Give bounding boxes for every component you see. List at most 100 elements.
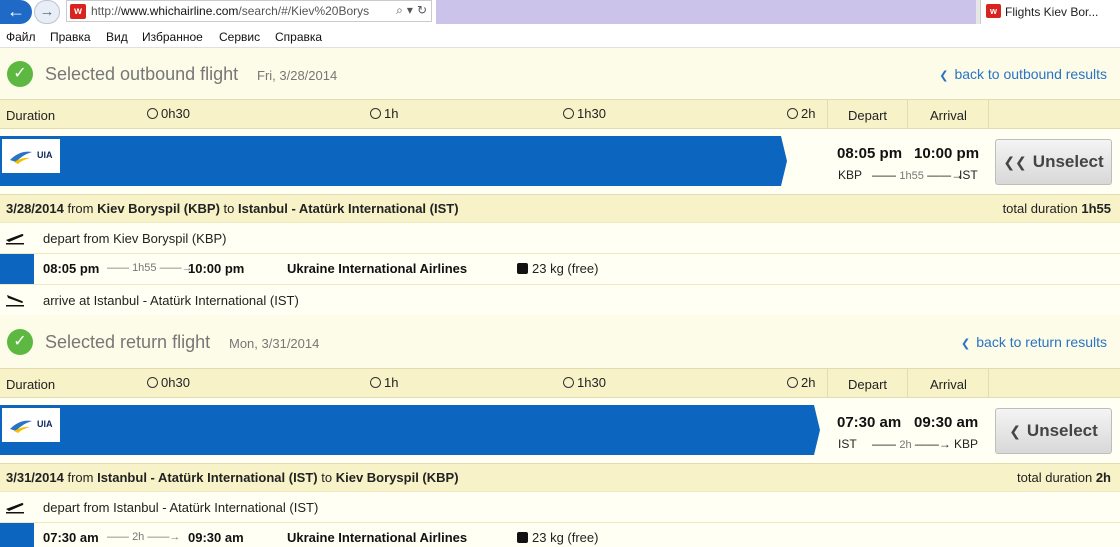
back-nav-button[interactable]: ← [0, 0, 32, 24]
duration-label: Duration [6, 377, 56, 392]
uia-bird-icon [10, 151, 32, 164]
outbound-segment-row: 08:05 pm —— 1h55 ——→ 10:00 pm Ukraine In… [0, 253, 1120, 284]
outbound-route-summary: 3/28/2014 from Kiev Boryspil (KBP) to Is… [6, 201, 459, 216]
uia-logo-text: UIA [37, 419, 53, 429]
menu-tools[interactable]: Сервис [219, 30, 260, 44]
return-to-code: KBP [954, 437, 979, 451]
tick-1h: 1h [370, 375, 398, 390]
tab-title: Flights Kiev Bor... [1005, 5, 1099, 19]
tick-0h30: 0h30 [147, 106, 190, 121]
depart-from-text: depart from Kiev Boryspil (KBP) [43, 231, 227, 246]
tick-1h30: 1h30 [563, 106, 606, 121]
check-icon: ✓ [7, 61, 33, 87]
menu-favorites[interactable]: Избранное [142, 30, 203, 44]
segment-depart-time: 07:30 am [43, 530, 99, 545]
return-duration-bar[interactable] [0, 405, 820, 455]
refresh-icon[interactable]: ↻ [417, 3, 427, 17]
segment-airline: Ukraine International Airlines [287, 530, 468, 545]
takeoff-icon [0, 492, 34, 522]
address-bar[interactable]: w http://www.whichairline.com/search/#/K… [66, 0, 432, 22]
return-route-summary: 3/31/2014 from Istanbul - Atatürk Intern… [6, 470, 459, 485]
tick-0h30: 0h30 [147, 375, 190, 390]
outbound-duration-header: Duration 0h30 1h 1h30 2h Depart Arrival [0, 99, 1120, 129]
bar-tip [814, 405, 820, 455]
outbound-depart-detail: depart from Kiev Boryspil (KBP) [0, 222, 1120, 253]
baggage-icon [517, 532, 528, 543]
clock-icon [563, 108, 574, 119]
arrival-column-header: Arrival [930, 108, 967, 123]
outbound-unselect-button[interactable]: ❮❮ Unselect [995, 139, 1112, 185]
depart-column-header: Depart [848, 108, 888, 123]
return-unselect-button[interactable]: ❮ Unselect [995, 408, 1112, 454]
outbound-from-code: KBP [838, 168, 863, 182]
tick-2h: 2h [787, 375, 815, 390]
outbound-duration-bar[interactable] [0, 136, 787, 186]
uia-logo: UIA [2, 408, 60, 442]
return-date: Mon, 3/31/2014 [229, 336, 320, 351]
return-total-duration: total duration 2h [1017, 470, 1111, 485]
clock-icon [147, 108, 158, 119]
clock-icon [370, 108, 381, 119]
segment-depart-time: 08:05 pm [43, 261, 100, 276]
segment-baggage: 23 kg (free) [517, 261, 598, 276]
browser-tab-active[interactable]: w Flights Kiev Bor... [980, 0, 1120, 24]
uia-bird-icon [10, 420, 32, 433]
uia-logo-text: UIA [37, 150, 53, 160]
outbound-leg-summary: —— 1h55 ——→ [872, 168, 964, 182]
uia-logo: UIA [2, 139, 60, 173]
return-duration-header: Duration 0h30 1h 1h30 2h Depart Arrival [0, 368, 1120, 398]
menu-help[interactable]: Справка [275, 30, 322, 44]
tick-1h: 1h [370, 106, 398, 121]
outbound-total-duration: total duration 1h55 [1002, 201, 1111, 216]
page-content: ✓ Selected outbound flight Fri, 3/28/201… [0, 48, 1120, 547]
chevron-left-icon: ❮ [961, 338, 971, 350]
outbound-arrive-time: 10:00 pm [914, 145, 980, 162]
duration-label: Duration [6, 108, 56, 123]
return-title: Selected return flight [45, 332, 211, 352]
forward-nav-button[interactable]: → [34, 0, 60, 24]
check-icon: ✓ [7, 329, 33, 355]
clock-icon [370, 377, 381, 388]
chevron-left-icon: ❮ [939, 70, 949, 82]
return-depart-time: 07:30 am [837, 414, 902, 431]
menu-bar: Файл Правка Вид Избранное Сервис Справка [0, 26, 1120, 48]
outbound-title: Selected outbound flight [45, 64, 239, 84]
outbound-arrive-detail: arrive at Istanbul - Atatürk Internation… [0, 284, 1120, 315]
baggage-icon [517, 263, 528, 274]
segment-color-marker [0, 254, 34, 284]
tab-strip-blank [436, 0, 976, 24]
outbound-date: Fri, 3/28/2014 [257, 68, 338, 83]
depart-column-header: Depart [848, 377, 888, 392]
outbound-depart-time: 08:05 pm [837, 145, 903, 162]
back-to-outbound-link[interactable]: ❮ back to outbound results [939, 66, 1107, 82]
return-summary: 3/31/2014 from Istanbul - Atatürk Intern… [0, 463, 1120, 491]
chevron-left-icon: ❮ [1009, 423, 1021, 439]
back-to-return-link[interactable]: ❮ back to return results [961, 334, 1107, 350]
depart-from-text: depart from Istanbul - Atatürk Internati… [43, 500, 319, 515]
clock-icon [563, 377, 574, 388]
arrival-column-header: Arrival [930, 377, 967, 392]
segment-color-marker [0, 523, 34, 547]
clock-icon [147, 377, 158, 388]
segment-arrive-time: 10:00 pm [188, 261, 245, 276]
clock-icon [787, 377, 798, 388]
return-flight-row[interactable]: UIA 07:30 am 09:30 am IST —— 2h ——→ KBP … [0, 398, 1120, 466]
return-depart-detail: depart from Istanbul - Atatürk Internati… [0, 491, 1120, 522]
segment-duration: —— 1h55 ——→ [107, 262, 193, 274]
outbound-flight-row[interactable]: UIA 08:05 pm 10:00 pm KBP —— 1h55 ——→ IS… [0, 129, 1120, 197]
segment-baggage: 23 kg (free) [517, 530, 598, 545]
clock-icon [787, 108, 798, 119]
outbound-header: ✓ Selected outbound flight Fri, 3/28/201… [0, 48, 1120, 100]
return-segment-row: 07:30 am —— 2h ——→ 09:30 am Ukraine Inte… [0, 522, 1120, 547]
landing-icon [0, 285, 34, 315]
dropdown-icon[interactable]: ▾ [407, 3, 413, 17]
menu-file[interactable]: Файл [6, 30, 36, 44]
menu-view[interactable]: Вид [106, 30, 128, 44]
segment-duration: —— 2h ——→ [107, 531, 181, 543]
address-actions: ⌕ ▾ ↻ [392, 3, 427, 18]
address-url[interactable]: http://www.whichairline.com/search/#/Kie… [91, 4, 369, 18]
menu-edit[interactable]: Правка [50, 30, 91, 44]
browser-chrome: ← → w http://www.whichairline.com/search… [0, 0, 1120, 26]
search-icon[interactable]: ⌕ [396, 3, 403, 17]
arrive-at-text: arrive at Istanbul - Atatürk Internation… [43, 293, 299, 308]
